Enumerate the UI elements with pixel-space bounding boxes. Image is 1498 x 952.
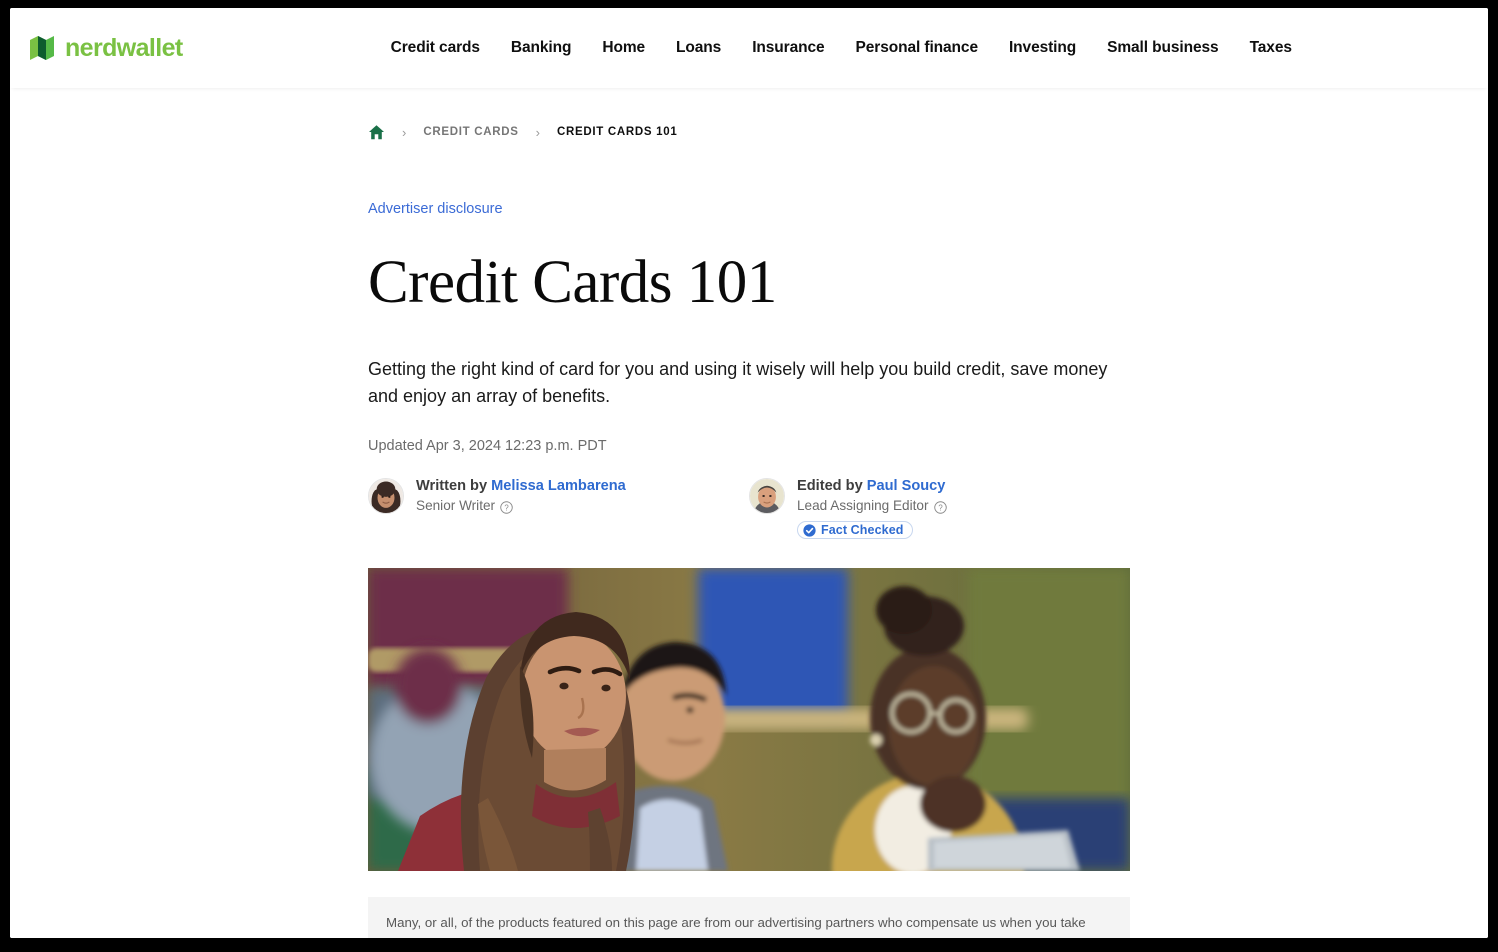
updated-timestamp: Updated Apr 3, 2024 12:23 p.m. PDT bbox=[368, 437, 607, 454]
help-circle-icon[interactable]: ? bbox=[500, 500, 513, 514]
breadcrumb-separator-2: › bbox=[535, 124, 540, 140]
nerdwallet-logo-link[interactable]: nerdwallet bbox=[28, 34, 183, 62]
byline-writer-line: Written by Melissa Lambarena bbox=[416, 477, 626, 497]
byline-editor-line: Edited by Paul Soucy bbox=[797, 477, 947, 497]
article-subtitle: Getting the right kind of card for you a… bbox=[368, 359, 1108, 407]
nav-item-small-business[interactable]: Small business bbox=[1107, 39, 1219, 57]
byline-writer-role: Senior Writer bbox=[416, 498, 496, 514]
byline-writer-name[interactable]: Melissa Lambarena bbox=[491, 478, 626, 494]
page-title: Credit Cards 101 bbox=[368, 249, 777, 316]
fact-checked-label: Fact Checked bbox=[821, 523, 904, 538]
byline-editor-text: Edited by Paul Soucy Lead Assigning Edit… bbox=[797, 476, 947, 542]
byline-editor-name[interactable]: Paul Soucy bbox=[867, 478, 946, 494]
nerdwallet-n-logo-icon bbox=[28, 34, 56, 62]
svg-text:?: ? bbox=[938, 503, 943, 512]
browser-window-frame: nerdwallet Credit cards Banking Home Loa… bbox=[0, 0, 1498, 952]
nav-item-taxes[interactable]: Taxes bbox=[1250, 39, 1292, 57]
byline-writer: Written by Melissa Lambarena Senior Writ… bbox=[368, 476, 749, 542]
byline-writer-prefix: Written by bbox=[416, 477, 492, 494]
fact-checked-badge[interactable]: Fact Checked bbox=[797, 521, 914, 540]
page-body: › CREDIT CARDS › CREDIT CARDS 101 Advert… bbox=[10, 88, 1488, 938]
nav-item-banking[interactable]: Banking bbox=[511, 39, 572, 57]
hero-image bbox=[368, 567, 1130, 871]
nav-item-home[interactable]: Home bbox=[602, 39, 645, 57]
byline-writer-role-row: Senior Writer ? bbox=[416, 496, 626, 516]
byline-row: Written by Melissa Lambarena Senior Writ… bbox=[368, 476, 1130, 542]
breadcrumb-separator-1: › bbox=[402, 124, 407, 140]
nav-item-investing[interactable]: Investing bbox=[1009, 39, 1076, 57]
advertiser-disclosure-text: Many, or all, of the products featured o… bbox=[386, 912, 1112, 938]
nerdwallet-wordmark: nerdwallet bbox=[65, 33, 183, 62]
main-navigation: Credit cards Banking Home Loans Insuranc… bbox=[391, 39, 1292, 57]
advertiser-disclosure-box: Many, or all, of the products featured o… bbox=[368, 896, 1130, 938]
avatar-writer[interactable] bbox=[368, 477, 404, 514]
disclosure-part-1: Many, or all, of the products featured o… bbox=[386, 914, 1101, 938]
breadcrumb-item-credit-cards[interactable]: CREDIT CARDS bbox=[423, 126, 518, 138]
byline-editor-prefix: Edited by bbox=[797, 477, 867, 494]
page-viewport: nerdwallet Credit cards Banking Home Loa… bbox=[10, 8, 1488, 938]
help-circle-icon[interactable]: ? bbox=[933, 500, 947, 514]
avatar-editor[interactable] bbox=[749, 477, 785, 514]
byline-editor-role: Lead Assigning Editor bbox=[797, 498, 929, 514]
nav-item-loans[interactable]: Loans bbox=[676, 39, 721, 57]
site-header: nerdwallet Credit cards Banking Home Loa… bbox=[10, 8, 1488, 88]
check-circle-icon bbox=[803, 523, 816, 537]
byline-editor-role-row: Lead Assigning Editor ? bbox=[797, 496, 947, 516]
breadcrumb-item-current: CREDIT CARDS 101 bbox=[556, 126, 678, 138]
byline-writer-text: Written by Melissa Lambarena Senior Writ… bbox=[416, 476, 626, 542]
nav-item-personal-finance[interactable]: Personal finance bbox=[856, 39, 979, 57]
breadcrumb: › CREDIT CARDS › CREDIT CARDS 101 bbox=[368, 122, 1130, 142]
advertiser-disclosure-link[interactable]: Advertiser disclosure bbox=[368, 201, 503, 217]
home-icon[interactable] bbox=[368, 124, 385, 141]
svg-text:?: ? bbox=[504, 503, 509, 512]
nav-item-credit-cards[interactable]: Credit cards bbox=[391, 39, 480, 57]
nav-item-insurance[interactable]: Insurance bbox=[752, 39, 824, 57]
byline-editor: Edited by Paul Soucy Lead Assigning Edit… bbox=[749, 476, 1130, 542]
content-column: › CREDIT CARDS › CREDIT CARDS 101 Advert… bbox=[368, 88, 1130, 938]
